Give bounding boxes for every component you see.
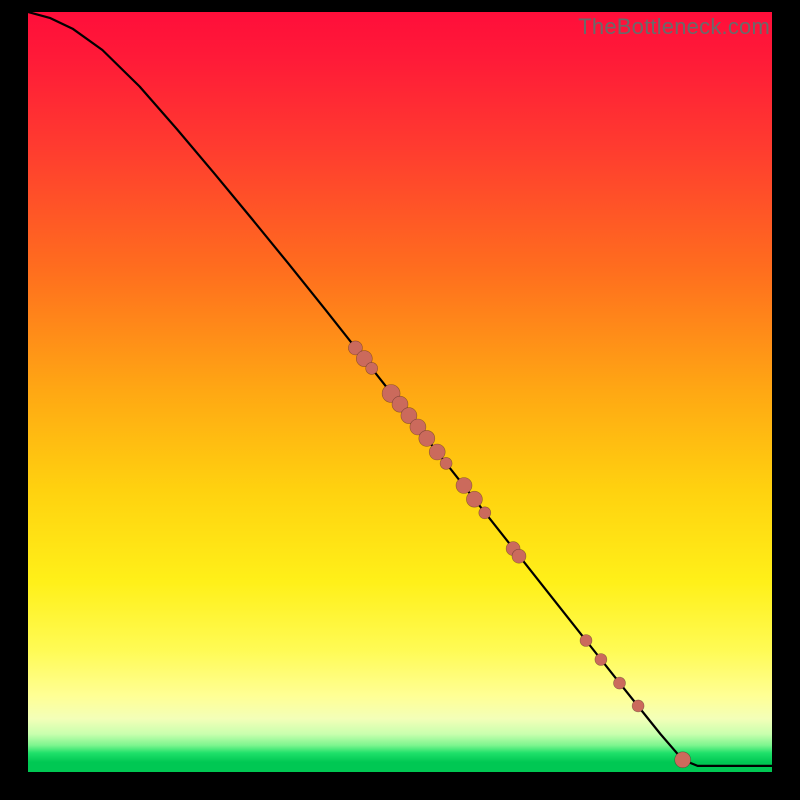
data-point (419, 430, 435, 446)
chart-stage: TheBottleneck.com (0, 0, 800, 800)
data-point (440, 457, 452, 469)
watermark-text: TheBottleneck.com (578, 14, 770, 40)
data-point (429, 444, 445, 460)
data-point (456, 478, 472, 494)
data-point (512, 549, 526, 563)
main-curve (28, 12, 772, 766)
point-layer (348, 341, 690, 768)
plot-area (28, 12, 772, 772)
data-point (580, 635, 592, 647)
data-point (632, 700, 644, 712)
data-point (614, 677, 626, 689)
data-point (479, 507, 491, 519)
data-point (595, 654, 607, 666)
chart-overlay (28, 12, 772, 772)
data-point (466, 491, 482, 507)
data-point (675, 752, 691, 768)
data-point (366, 362, 378, 374)
